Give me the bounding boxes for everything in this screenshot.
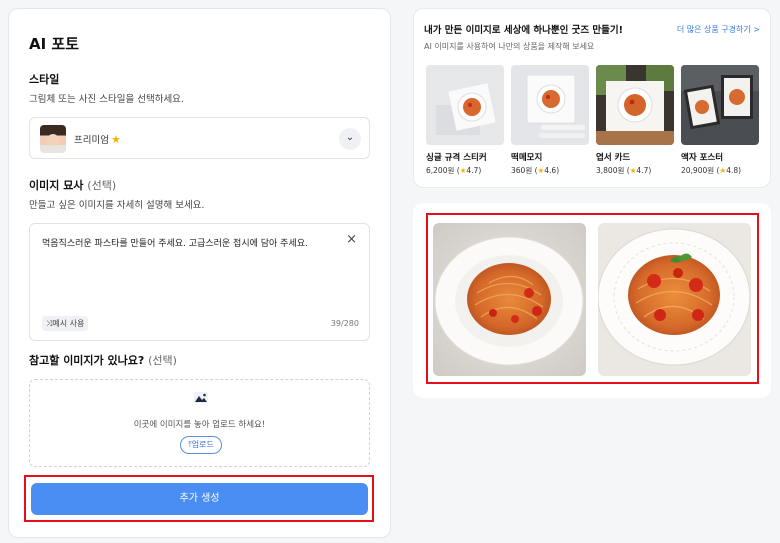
rating-text: 4.6	[544, 166, 557, 175]
image-icon	[194, 392, 208, 403]
product-price: 6,200원 (★4.7)	[426, 165, 504, 176]
product-item[interactable]: 엽서 카드 3,800원 (★4.7)	[596, 65, 674, 176]
product-price: 20,900원 (★4.8)	[681, 165, 759, 176]
highlight-results	[426, 213, 759, 384]
product-item[interactable]: 떡메모지 360원 (★4.6)	[511, 65, 589, 176]
product-name: 액자 포스터	[681, 153, 724, 163]
rating-text: 4.7	[466, 166, 479, 175]
product-image-memo	[511, 65, 589, 145]
goods-subtitle: AI 이미지를 사용하여 나만의 상품을 제작해 보세요	[424, 42, 595, 51]
upload-label: 업로드	[191, 440, 214, 449]
product-name: 떡메모지	[511, 153, 543, 163]
description-textarea[interactable]: 먹음직스러운 파스타를 만들어 주세요. 고급스러운 접시에 담아 주세요. ×…	[29, 223, 370, 341]
price-text: 3,800원 (	[596, 166, 630, 175]
price-text: 20,900원 (	[681, 166, 720, 175]
product-name: 싱글 규격 스티커	[426, 153, 487, 163]
style-avatar	[40, 125, 66, 153]
close-icon[interactable]: ×	[346, 232, 357, 247]
product-name: 엽서 카드	[596, 153, 631, 163]
product-image-postcard	[596, 65, 674, 145]
price-close: )	[478, 166, 482, 175]
style-value-label: 프리미엄	[74, 135, 109, 146]
description-help: 만들고 싶은 이미지를 자세히 설명해 보세요.	[29, 200, 205, 211]
use-example-label: 예시 사용	[52, 319, 85, 328]
description-label-text: 이미지 묘사	[29, 179, 84, 192]
star-icon: ★	[110, 133, 121, 146]
product-image-sticker	[426, 65, 504, 145]
char-count: 39/280	[330, 319, 359, 328]
description-text: 먹음직스러운 파스타를 만들어 주세요. 고급스러운 접시에 담아 주세요.	[42, 239, 308, 249]
more-goods-link[interactable]: 더 많은 상품 구경하기 >	[677, 24, 760, 35]
reference-label-text: 참고할 이미지가 있나요?	[29, 354, 145, 367]
upload-dropzone[interactable]: 이곳에 이미지를 놓아 업로드 하세요! ⤒업로드	[29, 379, 370, 467]
goods-title: 내가 만든 이미지로 세상에 하나뿐인 굿즈 만들기!	[424, 25, 623, 36]
style-label: 스타일	[29, 73, 60, 86]
price-text: 360원 (	[511, 166, 538, 175]
description-label: 이미지 묘사 (선택)	[29, 177, 116, 193]
style-value: 프리미엄 ★	[74, 132, 121, 146]
price-close: )	[738, 166, 742, 175]
rating-text: 4.8	[726, 166, 739, 175]
use-example-button[interactable]: ⤨예시 사용	[42, 316, 89, 331]
page-title: AI 포토	[29, 35, 80, 53]
description-optional: (선택)	[87, 179, 117, 192]
upload-hint: 이곳에 이미지를 놓아 업로드 하세요!	[133, 420, 266, 430]
generate-button[interactable]: 추가 생성	[31, 483, 368, 515]
rating-text: 4.7	[636, 166, 649, 175]
ai-photo-panel: AI 포토 스타일 그림체 또는 사진 스타일을 선택하세요. 프리미엄 ★ ⌄ …	[8, 8, 391, 538]
price-close: )	[556, 166, 560, 175]
goods-card: 내가 만든 이미지로 세상에 하나뿐인 굿즈 만들기! AI 이미지를 사용하여…	[413, 8, 771, 188]
product-price: 3,800원 (★4.7)	[596, 165, 674, 176]
style-help: 그림체 또는 사진 스타일을 선택하세요.	[29, 94, 184, 105]
product-price: 360원 (★4.6)	[511, 165, 589, 176]
price-text: 6,200원 (	[426, 166, 460, 175]
reference-optional: (선택)	[148, 354, 177, 367]
reference-label: 참고할 이미지가 있나요? (선택)	[29, 352, 177, 368]
chevron-down-icon[interactable]: ⌄	[339, 128, 361, 150]
style-select[interactable]: 프리미엄 ★ ⌄	[29, 117, 370, 159]
product-image-poster	[681, 65, 759, 145]
upload-button[interactable]: ⤒업로드	[180, 436, 222, 454]
price-close: )	[648, 166, 652, 175]
product-item[interactable]: 싱글 규격 스티커 6,200원 (★4.7)	[426, 65, 504, 176]
product-item[interactable]: 액자 포스터 20,900원 (★4.8)	[681, 65, 759, 176]
